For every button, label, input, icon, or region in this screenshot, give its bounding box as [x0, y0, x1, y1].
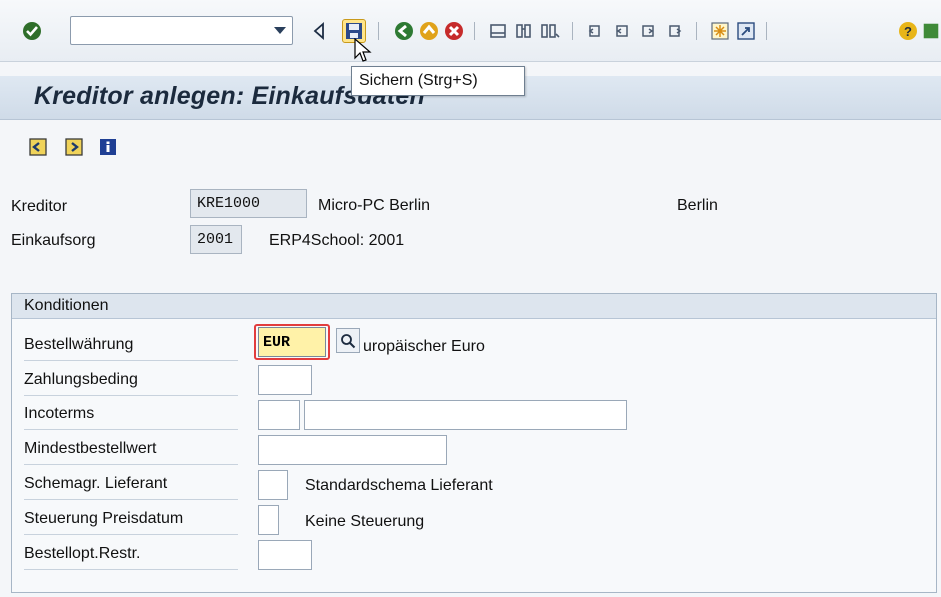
cancel-icon[interactable] [442, 19, 466, 43]
einkaufsorg-label: Einkaufsorg [11, 232, 96, 249]
command-field[interactable] [70, 16, 293, 45]
steuerung-preisdatum-field[interactable] [258, 505, 279, 535]
collapse-triangle-icon[interactable] [308, 19, 332, 43]
bestellopt-restr-input[interactable] [259, 541, 311, 569]
mindestbestellwert-field[interactable] [258, 435, 447, 465]
last-page-icon[interactable] [662, 19, 686, 43]
incoterms-label: Incoterms [24, 399, 238, 430]
previous-page-icon[interactable] [610, 19, 634, 43]
zahlungsbeding-label: Zahlungsbeding [24, 365, 238, 396]
mouse-cursor-icon [354, 37, 372, 69]
einkaufsorg-name: ERP4School: 2001 [269, 232, 405, 249]
search-icon [341, 333, 356, 348]
bestellwaehrung-field[interactable] [258, 327, 326, 357]
command-dropdown-icon[interactable] [274, 27, 286, 34]
kreditor-name: Micro-PC Berlin [318, 197, 431, 214]
toolbar-separator [696, 22, 697, 40]
conditions-group: Konditionen Bestellwährung uropäischer E… [11, 293, 937, 593]
incoterms-part2-input[interactable] [305, 401, 626, 429]
schemagr-lieferant-input[interactable] [259, 471, 287, 499]
enter-check-icon[interactable] [20, 19, 44, 43]
bestellwaehrung-input[interactable] [259, 328, 325, 356]
incoterms-field[interactable] [258, 400, 300, 430]
toolbar-separator [474, 22, 475, 40]
shortcut-icon[interactable] [734, 19, 758, 43]
kreditor-field[interactable]: KRE1000 [190, 189, 307, 218]
previous-screen-icon[interactable] [26, 135, 50, 159]
help-icon[interactable]: ? [896, 19, 920, 43]
info-icon[interactable] [96, 135, 120, 159]
incoterms-part2-field[interactable] [304, 400, 627, 430]
steuerung-preisdatum-label: Steuerung Preisdatum [24, 504, 238, 535]
save-tooltip: Sichern (Strg+S) [351, 66, 525, 96]
back-icon[interactable] [392, 19, 416, 43]
mindestbestellwert-input[interactable] [259, 436, 446, 464]
steuerung-preisdatum-input[interactable] [259, 506, 278, 534]
new-session-icon[interactable] [708, 19, 732, 43]
system-toolbar: ? [0, 0, 941, 62]
zahlungsbeding-input[interactable] [259, 366, 311, 394]
bestellwaehrung-label: Bestellwährung [24, 330, 238, 361]
layout-menu-icon[interactable] [921, 19, 941, 43]
schemagr-lieferant-description: Standardschema Lieferant [305, 477, 493, 494]
exit-icon[interactable] [417, 19, 441, 43]
next-screen-icon[interactable] [62, 135, 86, 159]
value-help-button[interactable] [336, 328, 360, 353]
toolbar-separator [766, 22, 767, 40]
bestellopt-restr-field[interactable] [258, 540, 312, 570]
command-input[interactable] [71, 17, 261, 44]
print-icon[interactable] [486, 19, 510, 43]
toolbar-separator [572, 22, 573, 40]
einkaufsorg-field[interactable]: 2001 [190, 225, 242, 254]
bestellopt-restr-label: Bestellopt.Restr. [24, 539, 238, 570]
zahlungsbeding-field[interactable] [258, 365, 312, 395]
incoterms-input[interactable] [259, 401, 299, 429]
mindestbestellwert-label: Mindestbestellwert [24, 434, 238, 465]
schemagr-lieferant-label: Schemagr. Lieferant [24, 469, 238, 500]
conditions-group-title: Konditionen [12, 294, 936, 319]
find-next-icon[interactable] [538, 19, 562, 43]
application-toolbar [0, 125, 941, 167]
find-icon[interactable] [512, 19, 536, 43]
schemagr-lieferant-field[interactable] [258, 470, 288, 500]
toolbar-separator [378, 22, 379, 40]
steuerung-preisdatum-description: Keine Steuerung [305, 513, 425, 530]
kreditor-label: Kreditor [11, 198, 68, 215]
bestellwaehrung-description: uropäischer Euro [363, 338, 485, 355]
next-page-icon[interactable] [636, 19, 660, 43]
svg-text:?: ? [904, 24, 912, 39]
first-page-icon[interactable] [584, 19, 608, 43]
kreditor-city: Berlin [677, 197, 718, 214]
